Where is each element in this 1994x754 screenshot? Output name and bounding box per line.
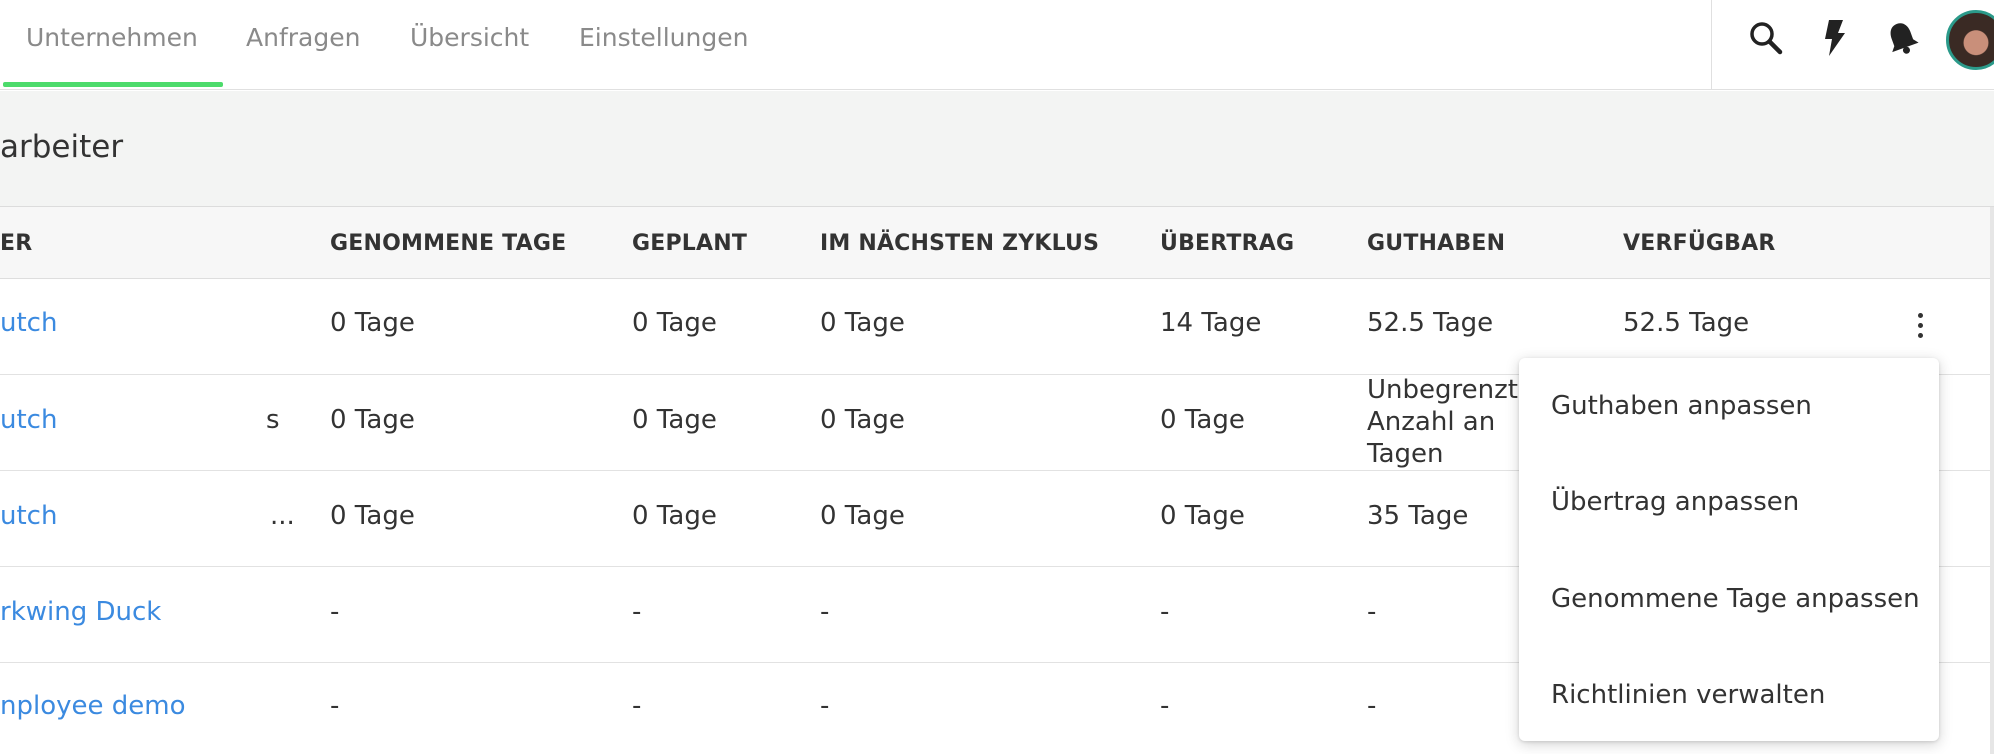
employee-name-link[interactable]: utch [0, 308, 57, 338]
lightning-icon[interactable] [1812, 16, 1856, 60]
taken-days: 0 Tage [330, 501, 415, 531]
credit-days: - [1367, 691, 1377, 721]
next-cycle-days: 0 Tage [820, 308, 905, 338]
truncated-text: ... [270, 501, 295, 531]
active-tab-indicator [3, 82, 223, 87]
truncated-text: s [266, 405, 280, 435]
menu-item-manage-policies[interactable]: Richtlinien verwalten [1519, 647, 1939, 743]
row-actions-menu: Guthaben anpassen Übertrag anpassen Geno… [1519, 358, 1939, 741]
planned-days: - [632, 597, 642, 627]
carryover-days: - [1160, 691, 1170, 721]
employee-name-link[interactable]: rkwing Duck [0, 597, 161, 627]
menu-item-adjust-carryover[interactable]: Übertrag anpassen [1519, 454, 1939, 550]
tab-anfragen[interactable]: Anfragen [246, 0, 360, 90]
menu-item-adjust-taken-days[interactable]: Genommene Tage anpassen [1519, 551, 1939, 647]
bell-icon[interactable] [1880, 16, 1924, 60]
credit-days: Unbegrenzte Anzahl an Tagen [1367, 375, 1534, 469]
section-title: arbeiter [0, 129, 124, 165]
table-header: ER GENOMMENE TAGE GEPLANT IM NÄCHSTEN ZY… [0, 207, 1994, 279]
nav-divider [1711, 0, 1712, 90]
planned-days: - [632, 691, 642, 721]
taken-days: 0 Tage [330, 405, 415, 435]
row-actions-kebab-icon[interactable] [1904, 310, 1936, 342]
planned-days: 0 Tage [632, 308, 717, 338]
column-header-taken[interactable]: GENOMMENE TAGE [330, 231, 566, 256]
available-days: 52.5 Tage [1623, 308, 1750, 338]
column-header-carryover[interactable]: ÜBERTRAG [1160, 231, 1294, 256]
employee-name-link[interactable]: nployee demo [0, 691, 186, 721]
column-header-available[interactable]: VERFÜGBAR [1623, 231, 1775, 256]
search-icon[interactable] [1744, 16, 1788, 60]
column-header-next-cycle[interactable]: IM NÄCHSTEN ZYKLUS [820, 231, 1099, 256]
top-nav: Unternehmen Anfragen Übersicht Einstellu… [0, 0, 1994, 90]
employee-name-link[interactable]: utch [0, 405, 57, 435]
planned-days: 0 Tage [632, 405, 717, 435]
next-cycle-days: 0 Tage [820, 501, 905, 531]
tab-einstellungen[interactable]: Einstellungen [579, 0, 748, 90]
employee-name-link[interactable]: utch [0, 501, 57, 531]
planned-days: 0 Tage [632, 501, 717, 531]
tab-unternehmen[interactable]: Unternehmen [26, 0, 198, 90]
credit-days: 35 Tage [1367, 501, 1469, 531]
carryover-days: - [1160, 597, 1170, 627]
carryover-days: 0 Tage [1160, 405, 1245, 435]
next-cycle-days: - [820, 597, 830, 627]
page: Unternehmen Anfragen Übersicht Einstellu… [0, 0, 1994, 754]
section-header: arbeiter [0, 91, 1994, 207]
column-header-name[interactable]: ER [0, 231, 32, 256]
next-cycle-days: - [820, 691, 830, 721]
tab-uebersicht[interactable]: Übersicht [410, 0, 529, 90]
credit-days: 52.5 Tage [1367, 308, 1494, 338]
taken-days: - [330, 597, 340, 627]
user-avatar[interactable] [1946, 10, 1994, 70]
next-cycle-days: 0 Tage [820, 405, 905, 435]
carryover-days: 14 Tage [1160, 308, 1262, 338]
column-header-credit[interactable]: GUTHABEN [1367, 231, 1505, 256]
credit-days: - [1367, 597, 1377, 627]
taken-days: - [330, 691, 340, 721]
taken-days: 0 Tage [330, 308, 415, 338]
table-scrollbar[interactable] [1990, 207, 1994, 754]
column-header-planned[interactable]: GEPLANT [632, 231, 747, 256]
carryover-days: 0 Tage [1160, 501, 1245, 531]
menu-item-adjust-credit[interactable]: Guthaben anpassen [1519, 358, 1939, 454]
